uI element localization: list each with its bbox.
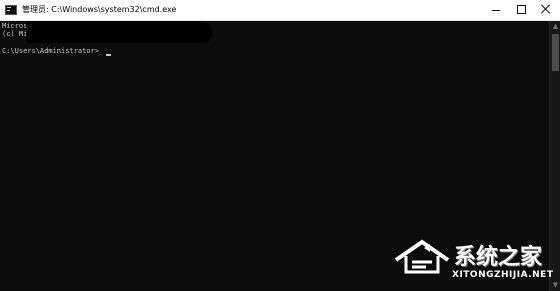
scroll-up-icon[interactable]: ▲	[550, 21, 560, 32]
watermark-brand-cn: 系统之家	[454, 245, 543, 270]
window-title: 管理员: C:\Windows\system32\cmd.exe	[22, 5, 177, 14]
text-cursor	[106, 54, 111, 56]
redaction-mark	[26, 21, 212, 43]
minimize-icon	[492, 10, 500, 11]
watermark: 系统之家 XITONGZHIJIA.NET	[388, 236, 558, 290]
house-logo-icon	[394, 239, 450, 274]
console-prompt: C:\Users\Administrator>	[2, 47, 99, 55]
maximize-icon	[517, 5, 526, 14]
title-bar[interactable]: 管理员: C:\Windows\system32\cmd.exe	[0, 0, 560, 21]
cmd-window: 管理员: C:\Windows\system32\cmd.exe Microso…	[0, 0, 560, 291]
watermark-brand-en: XITONGZHIJIA.NET	[452, 270, 554, 280]
console-line-copyright: (c) Mi	[2, 30, 28, 38]
scroll-thumb[interactable]	[552, 34, 559, 71]
close-button[interactable]	[532, 0, 560, 20]
close-icon	[541, 4, 551, 14]
console-app-icon[interactable]	[5, 5, 17, 15]
